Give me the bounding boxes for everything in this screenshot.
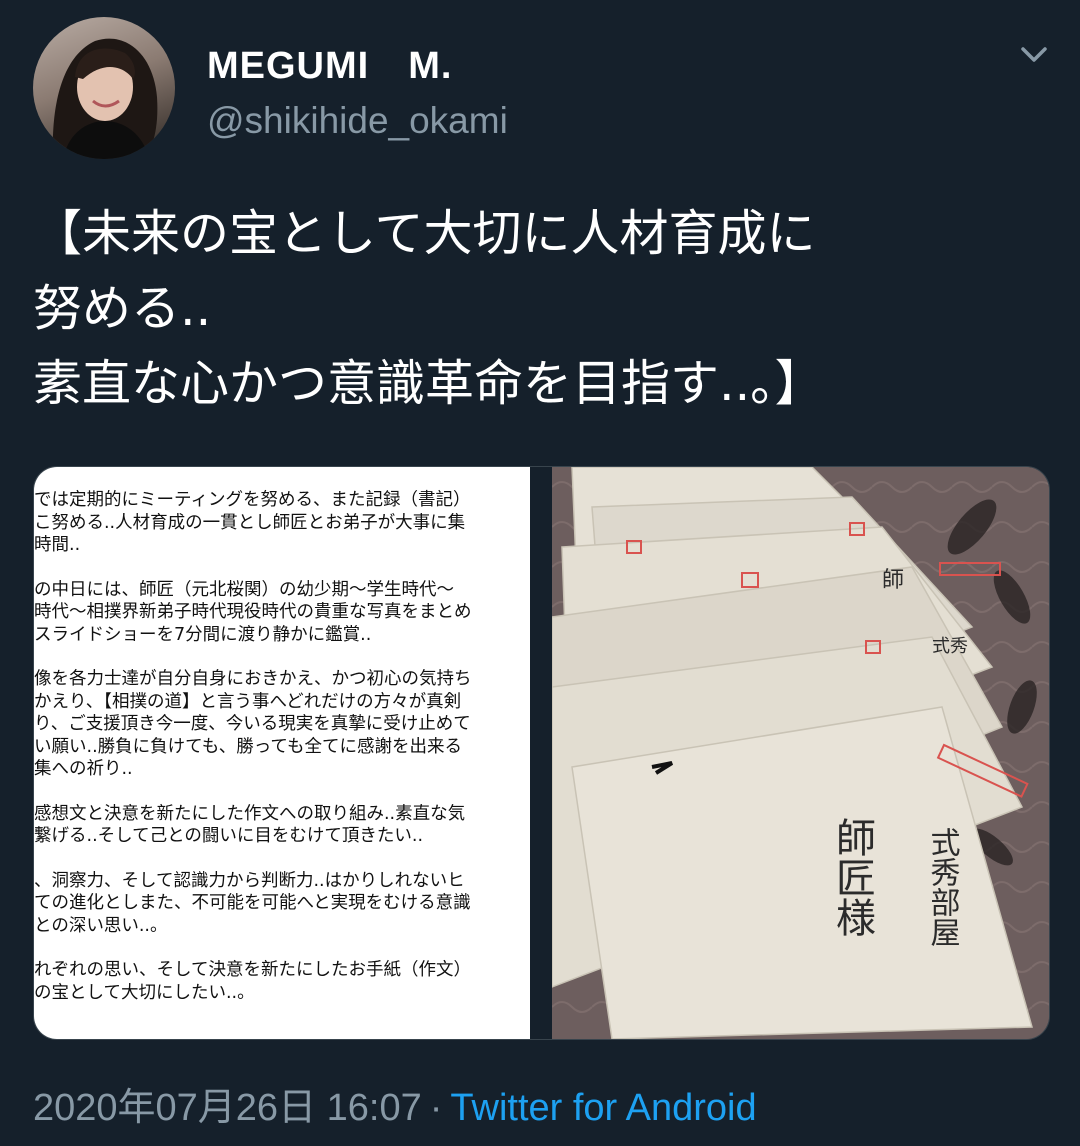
envelope-writing: 式秀部屋 — [925, 827, 961, 947]
tweet-text: 【未来の宝として大切に人材育成に 努める.. 素直な心かつ意識革命を目指す..。… — [33, 196, 1053, 421]
document-line: 感想文と決意を新たにした作文への取り組み..素直な気 — [34, 803, 466, 824]
tweet-text-line: 【未来の宝として大切に人材育成に — [33, 205, 816, 262]
document-line: 繋げる..そして己との闘いに目をむけて頂きたい.. — [34, 826, 424, 846]
document-line: の中日には、師匠（元北桜関）の幼少期〜学生時代〜 — [34, 579, 454, 600]
document-line: い願い..勝負に負けても、勝っても全てに感謝を出来る — [34, 736, 462, 757]
document-line: の宝として大切にしたい..。 — [34, 982, 255, 1003]
document-line: 時間.. — [34, 535, 81, 555]
document-line: こ努める..人材育成の一貫とし師匠とお弟子が大事に集 — [34, 512, 466, 533]
envelopes-photo: 師 式秀 師匠様 式秀部屋 — [552, 467, 1049, 1039]
tweet-text-line: 努める.. — [33, 280, 212, 337]
envelope-writing: 式秀 — [932, 636, 968, 657]
envelope-writing: 師 — [882, 568, 904, 593]
document-line: 像を各力士達が自分自身におきかえ、かつ初心の気持ち — [34, 669, 472, 689]
timestamp[interactable]: 2020年07月26日 16:07 — [33, 1087, 422, 1129]
document-paragraph: の中日には、師匠（元北桜関）の幼少期〜学生時代〜 時代〜相撲界新弟子時代現役時代の… — [34, 579, 530, 647]
tweet-text-line: 素直な心かつ意識革命を目指す..。】 — [33, 355, 824, 412]
tweet-meta: 2020年07月26日 16:07 · Twitter for Android — [33, 1076, 757, 1131]
media-grid: では定期的にミーティングを努める、また記録（書記） こ努める..人材育成の一貫とし… — [33, 466, 1050, 1040]
media-image-document[interactable]: では定期的にミーティングを努める、また記録（書記） こ努める..人材育成の一貫とし… — [34, 467, 530, 1039]
document-line: ての進化としまた、不可能を可能へと実現をむける意識 — [34, 893, 471, 913]
avatar[interactable] — [33, 17, 175, 159]
document-line: との深い思い..。 — [34, 915, 168, 936]
document-paragraph: 、洞察力、そして認識力から判断力..はかりしれないヒ ての進化としまた、不可能を可… — [34, 870, 530, 938]
document-paragraph: 感想文と決意を新たにした作文への取り組み..素直な気 繋げる..そして己との闘いに… — [34, 803, 530, 848]
document-line: 時代〜相撲界新弟子時代現役時代の貴重な写真をまとめ — [34, 602, 472, 622]
document-line: り、ご支援頂き今一度、今いる現実を真摯に受け止めて — [34, 714, 471, 734]
user-handle[interactable]: @shikihide_okami — [207, 100, 508, 142]
source-link[interactable]: Twitter for Android — [450, 1087, 756, 1129]
envelope-writing: 師匠様 — [829, 817, 875, 937]
display-name[interactable]: MEGUMI M. — [207, 34, 452, 89]
media-image-envelopes[interactable]: 師 式秀 師匠様 式秀部屋 — [552, 467, 1049, 1039]
document-paragraph: では定期的にミーティングを努める、また記録（書記） こ努める..人材育成の一貫とし… — [34, 489, 530, 557]
document-text: では定期的にミーティングを努める、また記録（書記） こ努める..人材育成の一貫とし… — [34, 489, 530, 1026]
document-line: 集への祈り.. — [34, 759, 133, 779]
document-paragraph: 像を各力士達が自分自身におきかえ、かつ初心の気持ち かえり、【相撲の道】と言う事へ… — [34, 668, 530, 781]
document-line: では定期的にミーティングを努める、また記録（書記） — [34, 490, 471, 510]
document-line: かえり、【相撲の道】と言う事へどれだけの方々が真剣 — [34, 691, 462, 712]
separator: · — [429, 1087, 443, 1129]
chevron-down-icon[interactable] — [1014, 40, 1054, 70]
document-paragraph: れぞれの思い、そして決意を新たにしたお手紙（作文） の宝として大切にしたい..。 — [34, 959, 530, 1004]
document-line: 、洞察力、そして認識力から判断力..はかりしれないヒ — [34, 870, 465, 891]
document-line: れぞれの思い、そして決意を新たにしたお手紙（作文） — [34, 960, 471, 980]
document-line: スライドショーを7分間に渡り静かに鑑賞.. — [34, 624, 372, 645]
